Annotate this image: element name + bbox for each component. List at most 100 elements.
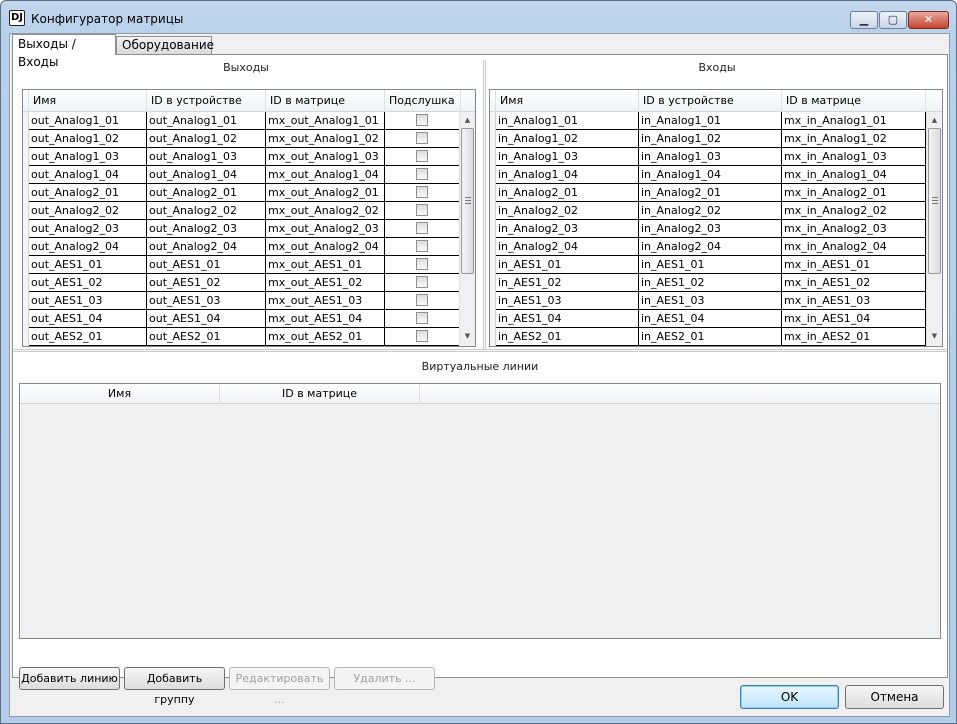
table-cell[interactable]: out_AES1_04	[147, 310, 266, 327]
inputs-col-name[interactable]: Имя	[496, 90, 639, 112]
table-cell[interactable]: out_Analog1_02	[147, 130, 266, 147]
scroll-up-icon[interactable]: ▲	[927, 112, 942, 128]
virtual-lines-grid[interactable]: Имя ID в матрице	[19, 383, 941, 639]
minimize-button[interactable]: ▁	[850, 11, 878, 29]
table-cell[interactable]: out_AES2_01	[29, 328, 147, 345]
monitor-checkbox[interactable]	[416, 258, 428, 270]
table-cell[interactable]: out_Analog2_02	[147, 202, 266, 219]
table-cell[interactable]: mx_out_AES1_01	[266, 256, 385, 273]
table-cell[interactable]: out_Analog2_01	[147, 184, 266, 201]
inputs-col-matrix-id[interactable]: ID в матрице	[782, 90, 926, 112]
table-row[interactable]: in_Analog1_02 in_Analog1_02 mx_in_Analog1_…	[496, 130, 926, 148]
table-cell[interactable]: out_AES1_03	[29, 292, 147, 309]
table-cell[interactable]: mx_out_Analog1_02	[266, 130, 385, 147]
table-row[interactable]: in_AES1_04 in_AES1_04 mx_in_AES1_04	[496, 310, 926, 328]
scroll-thumb[interactable]	[928, 128, 941, 274]
table-row[interactable]: in_Analog1_03 in_Analog1_03 mx_in_Analog1_…	[496, 148, 926, 166]
table-cell[interactable]: in_AES1_01	[639, 256, 782, 273]
table-cell[interactable]: mx_out_AES1_03	[266, 292, 385, 309]
outputs-grid[interactable]: Имя ID в устройстве ID в матрице Подслуш…	[22, 89, 476, 347]
delete-button[interactable]: Удалить ...	[334, 667, 435, 690]
monitor-checkbox[interactable]	[416, 276, 428, 288]
table-row[interactable]: out_Analog1_03 out_Analog1_03 mx_out_Analo…	[29, 148, 461, 166]
table-row[interactable]: out_Analog2_01 out_Analog2_01 mx_out_Analo…	[29, 184, 461, 202]
table-cell[interactable]: out_Analog2_02	[29, 202, 147, 219]
table-cell[interactable]: mx_in_AES2_01	[782, 328, 926, 345]
table-cell[interactable]: mx_in_Analog2_04	[782, 238, 926, 255]
table-cell[interactable]: in_Analog1_04	[639, 166, 782, 183]
table-row[interactable]: in_AES1_03 in_AES1_03 mx_in_AES1_03	[496, 292, 926, 310]
table-cell[interactable]: mx_out_AES2_01	[266, 328, 385, 345]
table-row[interactable]: in_AES2_01 in_AES2_01 mx_in_AES2_01	[496, 328, 926, 346]
inputs-col-device-id[interactable]: ID в устройстве	[639, 90, 782, 112]
table-cell[interactable]: out_Analog1_01	[29, 112, 147, 129]
outputs-col-matrix-id[interactable]: ID в матрице	[266, 90, 385, 112]
monitor-checkbox[interactable]	[416, 240, 428, 252]
table-cell[interactable]: in_AES1_03	[639, 292, 782, 309]
table-cell[interactable]: out_Analog2_01	[29, 184, 147, 201]
table-cell[interactable]: in_Analog1_03	[639, 148, 782, 165]
table-cell[interactable]: in_AES1_02	[639, 274, 782, 291]
monitor-checkbox[interactable]	[416, 294, 428, 306]
table-cell[interactable]: mx_in_AES1_02	[782, 274, 926, 291]
table-cell[interactable]: mx_in_Analog2_01	[782, 184, 926, 201]
table-cell[interactable]: out_Analog2_04	[29, 238, 147, 255]
table-cell[interactable]: out_AES1_03	[147, 292, 266, 309]
scroll-down-icon[interactable]: ▼	[460, 328, 475, 344]
monitor-checkbox[interactable]	[416, 204, 428, 216]
table-cell[interactable]: mx_in_Analog1_01	[782, 112, 926, 129]
table-row[interactable]: in_Analog2_04 in_Analog2_04 mx_in_Analog2_…	[496, 238, 926, 256]
table-row[interactable]: in_Analog2_03 in_Analog2_03 mx_in_Analog2_…	[496, 220, 926, 238]
table-cell[interactable]: mx_out_Analog2_04	[266, 238, 385, 255]
monitor-checkbox[interactable]	[416, 150, 428, 162]
table-cell[interactable]: in_AES2_01	[639, 328, 782, 345]
table-row[interactable]: out_AES1_01 out_AES1_01 mx_out_AES1_01	[29, 256, 461, 274]
outputs-scrollbar[interactable]: ▲ ▼	[459, 112, 475, 346]
table-cell[interactable]: in_Analog2_03	[496, 220, 639, 237]
virtual-col-matrix-id[interactable]: ID в матрице	[220, 384, 420, 404]
title-bar[interactable]: DJ Конфигуратор матрицы ▁ ▢ ✕	[1, 1, 956, 33]
table-row[interactable]: out_Analog1_01 out_Analog1_01 mx_out_Analo…	[29, 112, 461, 130]
table-cell[interactable]: out_Analog2_04	[147, 238, 266, 255]
table-cell[interactable]: out_AES1_04	[29, 310, 147, 327]
table-cell[interactable]: out_AES1_01	[29, 256, 147, 273]
table-cell[interactable]: in_AES1_04	[496, 310, 639, 327]
outputs-col-name[interactable]: Имя	[29, 90, 147, 112]
table-cell[interactable]: mx_out_Analog1_01	[266, 112, 385, 129]
table-cell[interactable]: mx_out_Analog1_04	[266, 166, 385, 183]
outputs-col-monitor[interactable]: Подслушка	[385, 90, 461, 112]
table-cell[interactable]: mx_in_AES1_04	[782, 310, 926, 327]
vertical-splitter[interactable]	[483, 60, 486, 350]
inputs-scrollbar[interactable]: ▲ ▼	[926, 112, 942, 346]
monitor-checkbox[interactable]	[416, 312, 428, 324]
monitor-checkbox[interactable]	[416, 168, 428, 180]
table-cell[interactable]: mx_in_AES1_03	[782, 292, 926, 309]
table-cell[interactable]: out_Analog2_03	[29, 220, 147, 237]
tab-outputs-inputs[interactable]: Выходы / Входы	[12, 34, 116, 69]
table-row[interactable]: out_Analog1_04 out_Analog1_04 mx_out_Analo…	[29, 166, 461, 184]
table-cell[interactable]: in_Analog2_02	[639, 202, 782, 219]
table-row[interactable]: in_Analog1_04 in_Analog1_04 mx_in_Analog1_…	[496, 166, 926, 184]
table-cell[interactable]: out_Analog1_04	[29, 166, 147, 183]
table-cell[interactable]: out_Analog1_03	[29, 148, 147, 165]
table-cell[interactable]: in_Analog2_03	[639, 220, 782, 237]
tab-equipment[interactable]: Оборудование	[116, 36, 214, 54]
scroll-down-icon[interactable]: ▼	[927, 328, 942, 344]
close-button[interactable]: ✕	[908, 11, 949, 29]
table-row[interactable]: in_Analog2_01 in_Analog2_01 mx_in_Analog2_…	[496, 184, 926, 202]
table-row[interactable]: in_Analog1_01 in_Analog1_01 mx_in_Analog1_…	[496, 112, 926, 130]
table-row[interactable]: in_Analog2_02 in_Analog2_02 mx_in_Analog2_…	[496, 202, 926, 220]
add-group-button[interactable]: Добавить группу	[124, 667, 225, 706]
table-row[interactable]: out_Analog2_02 out_Analog2_02 mx_out_Analo…	[29, 202, 461, 220]
table-cell[interactable]: in_Analog2_02	[496, 202, 639, 219]
add-line-button[interactable]: Добавить линию	[19, 667, 120, 690]
table-cell[interactable]: in_Analog1_04	[496, 166, 639, 183]
table-cell[interactable]: in_AES1_02	[496, 274, 639, 291]
table-cell[interactable]: mx_out_AES1_04	[266, 310, 385, 327]
table-cell[interactable]: in_AES1_01	[496, 256, 639, 273]
table-row[interactable]: out_AES2_01 out_AES2_01 mx_out_AES2_01	[29, 328, 461, 346]
edit-button[interactable]: Редактировать ...	[229, 667, 330, 706]
table-cell[interactable]: in_Analog1_02	[639, 130, 782, 147]
table-cell[interactable]: in_AES1_03	[496, 292, 639, 309]
table-row[interactable]: out_AES1_03 out_AES1_03 mx_out_AES1_03	[29, 292, 461, 310]
